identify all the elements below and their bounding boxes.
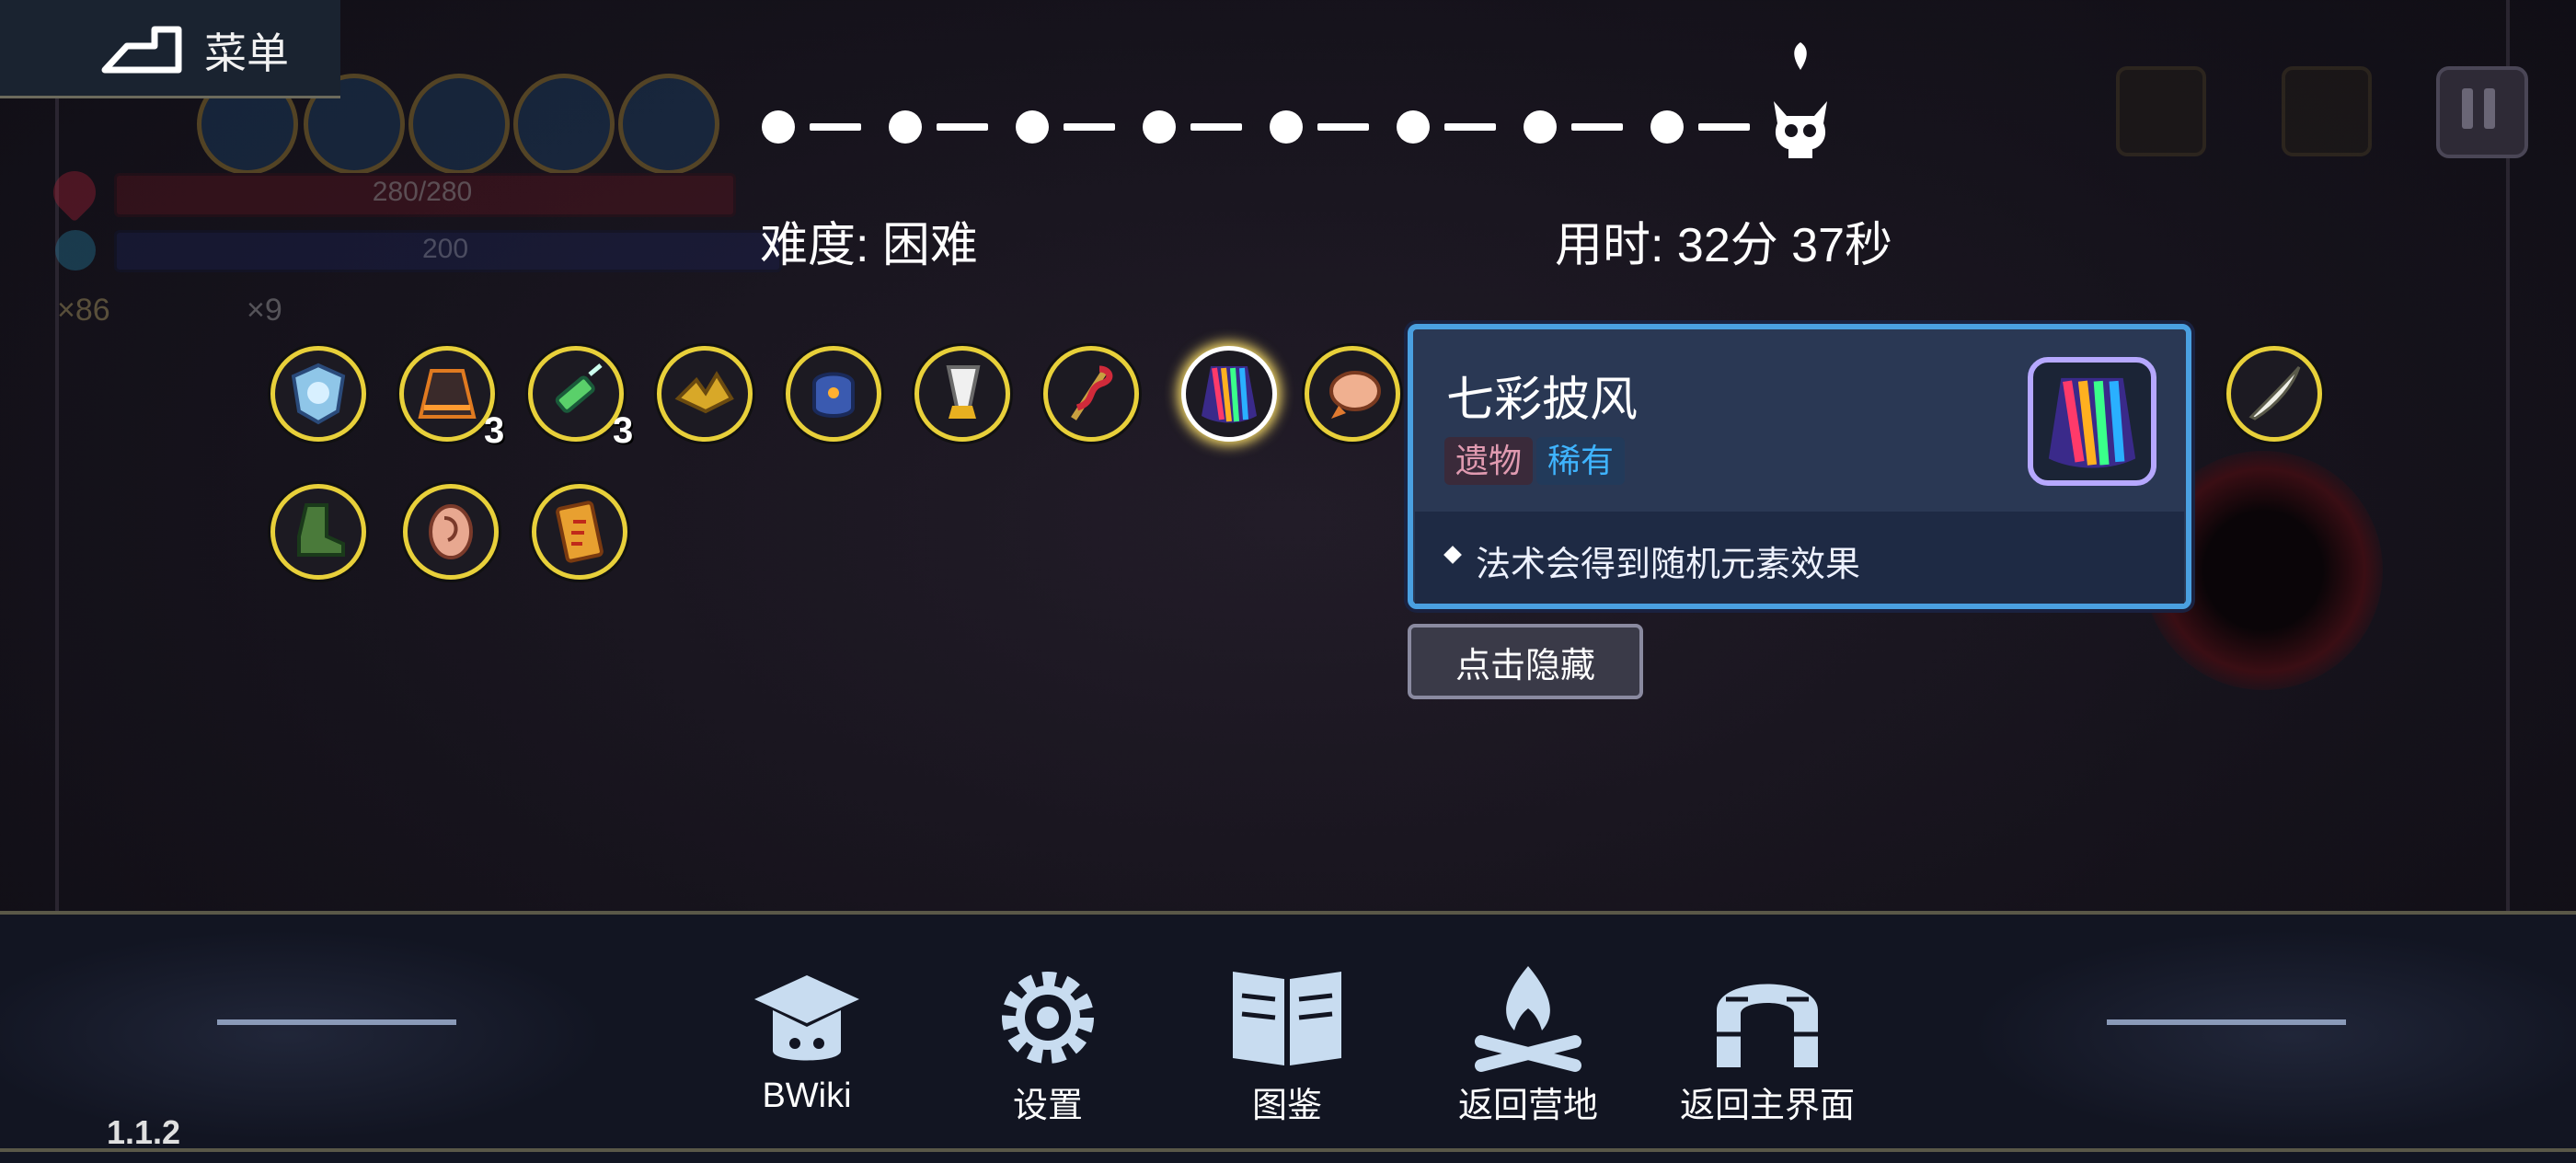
run-time-label: 用时: 32分 37秒 xyxy=(1555,219,1893,272)
pause-button[interactable] xyxy=(2436,66,2528,158)
tooltip-thumbnail xyxy=(2028,357,2156,486)
green-syringe-icon xyxy=(555,363,603,413)
path-dash xyxy=(1698,123,1750,131)
back-menu-icon[interactable] xyxy=(99,26,182,74)
inventory-item[interactable] xyxy=(399,346,495,442)
path-dash xyxy=(1190,123,1242,131)
settings-label: 设置 xyxy=(1012,1087,1083,1125)
stone-arch-icon xyxy=(1717,984,1818,1067)
path-node xyxy=(889,110,922,144)
decorative-line-left xyxy=(217,1019,456,1025)
path-dash xyxy=(1444,123,1496,131)
mp-value: 200 xyxy=(421,234,469,264)
inventory-item[interactable] xyxy=(270,346,366,442)
skill-slot-3 xyxy=(408,74,510,175)
path-dash xyxy=(1317,123,1369,131)
return-main-menu-label: 返回主界面 xyxy=(1679,1087,1855,1125)
boss-skull-icon xyxy=(1774,101,1827,158)
path-node xyxy=(1270,110,1303,144)
drill-horn-icon xyxy=(946,365,981,419)
green-boot-icon xyxy=(297,503,345,557)
menu-title[interactable]: 菜单 xyxy=(204,20,289,81)
path-node xyxy=(1650,110,1684,144)
campfire-icon xyxy=(1475,966,1581,1072)
bwiki-label: BWiki xyxy=(762,1077,852,1115)
inventory-item[interactable] xyxy=(914,346,1010,442)
path-dash xyxy=(937,123,988,131)
pumpkin-icon xyxy=(2116,66,2206,156)
path-node xyxy=(1016,110,1049,144)
path-node xyxy=(1397,110,1430,144)
skill-slot-5 xyxy=(618,74,719,175)
difficulty-label: 难度: 困难 xyxy=(760,219,978,272)
tooltip-rarity-tag: 稀有 xyxy=(1536,437,1626,485)
blue-gauntlet-icon xyxy=(812,372,855,418)
coin-count: ×86 xyxy=(57,293,110,328)
inventory-item[interactable] xyxy=(1305,346,1400,442)
golden-feather-crown-icon xyxy=(674,371,734,414)
path-dash xyxy=(1571,123,1623,131)
inventory-item[interactable] xyxy=(786,346,881,442)
tooltip-description: 法术会得到随机元素效果 xyxy=(1476,546,1861,584)
book-icon xyxy=(1233,972,1341,1065)
path-node xyxy=(762,110,795,144)
return-camp-label: 返回营地 xyxy=(1457,1087,1598,1125)
inventory-item[interactable] xyxy=(532,484,627,580)
key-count: ×9 xyxy=(247,293,282,328)
tooltip-item-name: 七彩披风 xyxy=(1446,374,1639,427)
bone-feather-icon xyxy=(2248,366,2301,420)
help-book-icon xyxy=(2282,66,2372,156)
location-pin-icon xyxy=(1794,42,1807,70)
pause-icon xyxy=(2462,88,2495,129)
gear-icon xyxy=(1002,972,1094,1064)
decorative-line-right xyxy=(2107,1019,2346,1025)
hide-tooltip-button[interactable]: 点击隐藏 xyxy=(1408,624,1643,699)
graduation-cap-icon xyxy=(754,975,859,1061)
ghost-shield-icon xyxy=(291,363,346,425)
path-node xyxy=(1143,110,1176,144)
skill-slot-4 xyxy=(513,74,615,175)
path-node xyxy=(1524,110,1557,144)
path-dash xyxy=(1064,123,1115,131)
inventory-item[interactable] xyxy=(657,346,753,442)
inventory-item[interactable] xyxy=(270,484,366,580)
rainbow-cape-icon xyxy=(2048,377,2136,468)
inventory-item-selected[interactable] xyxy=(1181,346,1277,442)
path-dash xyxy=(810,123,861,131)
item-count: 3 xyxy=(613,410,634,451)
mana-orb-icon xyxy=(55,230,96,271)
inventory-item[interactable] xyxy=(2226,346,2322,442)
snake-staff-icon xyxy=(1071,365,1113,420)
item-count: 3 xyxy=(484,410,505,451)
inventory-item[interactable] xyxy=(1043,346,1139,442)
rainbow-cape-icon xyxy=(1202,366,1257,423)
hp-value: 280/280 xyxy=(372,177,473,207)
fist-creature-icon xyxy=(1329,371,1381,419)
inventory-item[interactable] xyxy=(528,346,624,442)
version-number: 1.1.2 xyxy=(107,1113,181,1151)
inventory-item[interactable] xyxy=(403,484,499,580)
codex-label: 图鉴 xyxy=(1251,1087,1322,1125)
ear-icon xyxy=(429,504,473,559)
bottom-border xyxy=(0,1148,2576,1152)
tooltip-type-tag: 遗物 xyxy=(1444,437,1534,485)
fire-scroll-icon xyxy=(556,501,604,563)
lava-skirt-icon xyxy=(418,369,477,419)
